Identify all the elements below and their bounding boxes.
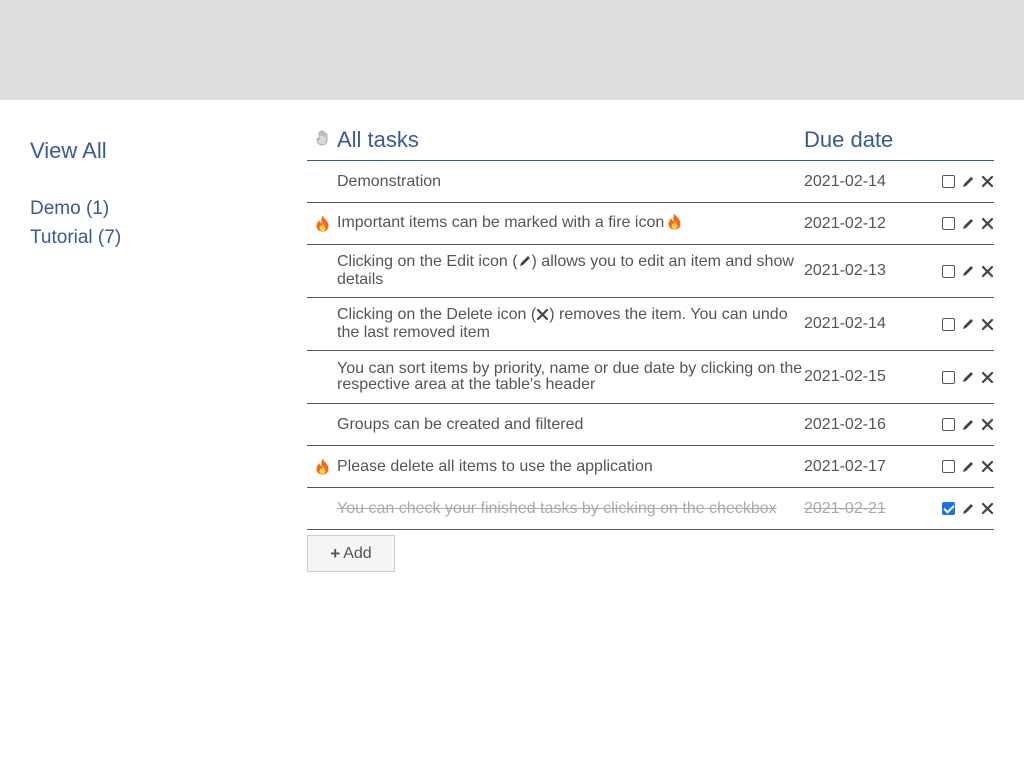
- table-row: Please delete all items to use the appli…: [307, 446, 994, 488]
- task-name-pre: Clicking on the Edit icon (: [337, 253, 518, 270]
- view-all-link[interactable]: View All: [30, 138, 270, 164]
- close-icon[interactable]: [981, 318, 994, 331]
- task-name: Clicking on the Edit icon () allows you …: [337, 246, 804, 296]
- table-row: Clicking on the Edit icon () allows you …: [307, 245, 994, 298]
- priority-cell[interactable]: [307, 215, 337, 232]
- row-actions: [928, 217, 994, 231]
- sidebar: View All Demo (1) Tutorial (7): [30, 138, 270, 252]
- row-actions: [928, 460, 994, 474]
- done-checkbox[interactable]: [942, 370, 955, 384]
- pencil-icon[interactable]: [961, 502, 975, 516]
- task-date: 2021-02-17: [804, 457, 886, 475]
- fire-icon: [316, 458, 329, 475]
- add-button[interactable]: + Add: [307, 535, 395, 572]
- hand-icon: [316, 130, 328, 151]
- group-link-demo[interactable]: Demo (1): [30, 194, 270, 223]
- top-bar: [0, 0, 1024, 100]
- task-table: All tasks Due date Demonstration 2021-02…: [307, 120, 994, 572]
- task-name-pre: Clicking on the Delete icon (: [337, 306, 537, 323]
- sort-name-header[interactable]: All tasks: [337, 127, 804, 153]
- done-checkbox[interactable]: [942, 502, 955, 515]
- table-row: You can sort items by priority, name or …: [307, 351, 994, 404]
- close-icon[interactable]: [981, 418, 994, 431]
- task-date: 2021-02-15: [804, 368, 886, 385]
- pencil-icon[interactable]: [961, 217, 975, 231]
- table-header: All tasks Due date: [307, 120, 994, 161]
- row-actions: [928, 502, 994, 516]
- done-checkbox[interactable]: [942, 175, 955, 188]
- task-date: 2021-02-14: [804, 315, 886, 332]
- task-name: Clicking on the Delete icon () removes t…: [337, 299, 804, 349]
- done-checkbox[interactable]: [942, 460, 955, 473]
- close-icon[interactable]: [981, 502, 994, 515]
- row-actions: [928, 175, 994, 189]
- done-checkbox[interactable]: [942, 418, 955, 431]
- row-actions: [928, 317, 994, 331]
- done-checkbox[interactable]: [942, 317, 955, 331]
- table-row: Important items can be marked with a fir…: [307, 203, 994, 245]
- sort-date-header[interactable]: Due date: [804, 127, 928, 153]
- task-date: 2021-02-16: [804, 415, 886, 433]
- row-actions: [928, 418, 994, 432]
- add-button-label: Add: [343, 544, 372, 562]
- close-icon: [536, 308, 549, 325]
- pencil-icon: [518, 254, 532, 272]
- plus-icon: +: [330, 543, 341, 563]
- done-checkbox[interactable]: [942, 264, 955, 278]
- task-name: You can sort items by priority, name or …: [337, 360, 803, 393]
- pencil-icon[interactable]: [961, 370, 975, 384]
- pencil-icon[interactable]: [961, 317, 975, 331]
- close-icon[interactable]: [981, 460, 994, 473]
- pencil-icon[interactable]: [961, 175, 975, 189]
- pencil-icon[interactable]: [961, 418, 975, 432]
- sort-priority-header[interactable]: [307, 130, 337, 151]
- task-name: Please delete all items to use the appli…: [337, 457, 653, 475]
- task-name: Demonstration: [337, 172, 442, 190]
- group-list: Demo (1) Tutorial (7): [30, 194, 270, 252]
- table-row: You can check your finished tasks by cli…: [307, 488, 994, 530]
- pencil-icon[interactable]: [961, 264, 975, 278]
- task-name: Important items can be marked with a fir…: [337, 205, 804, 242]
- task-name: You can check your finished tasks by cli…: [337, 499, 777, 517]
- close-icon[interactable]: [981, 217, 994, 230]
- close-icon[interactable]: [981, 265, 994, 278]
- priority-cell[interactable]: [307, 458, 337, 475]
- table-row: Groups can be created and filtered 2021-…: [307, 404, 994, 446]
- table-row: Demonstration 2021-02-14: [307, 161, 994, 203]
- close-icon[interactable]: [981, 371, 994, 384]
- fire-icon: [668, 213, 681, 234]
- pencil-icon[interactable]: [961, 460, 975, 474]
- task-name: Groups can be created and filtered: [337, 415, 584, 433]
- done-checkbox[interactable]: [942, 217, 955, 230]
- task-date: 2021-02-14: [804, 172, 886, 190]
- row-actions: [928, 264, 994, 278]
- task-date: 2021-02-13: [804, 262, 886, 279]
- close-icon[interactable]: [981, 175, 994, 188]
- task-date: 2021-02-12: [804, 214, 886, 232]
- task-name-text: Important items can be marked with a fir…: [337, 214, 665, 231]
- row-actions: [928, 370, 994, 384]
- fire-icon: [316, 215, 329, 232]
- table-row: Clicking on the Delete icon () removes t…: [307, 298, 994, 351]
- task-date: 2021-02-21: [804, 499, 886, 517]
- group-link-tutorial[interactable]: Tutorial (7): [30, 223, 270, 252]
